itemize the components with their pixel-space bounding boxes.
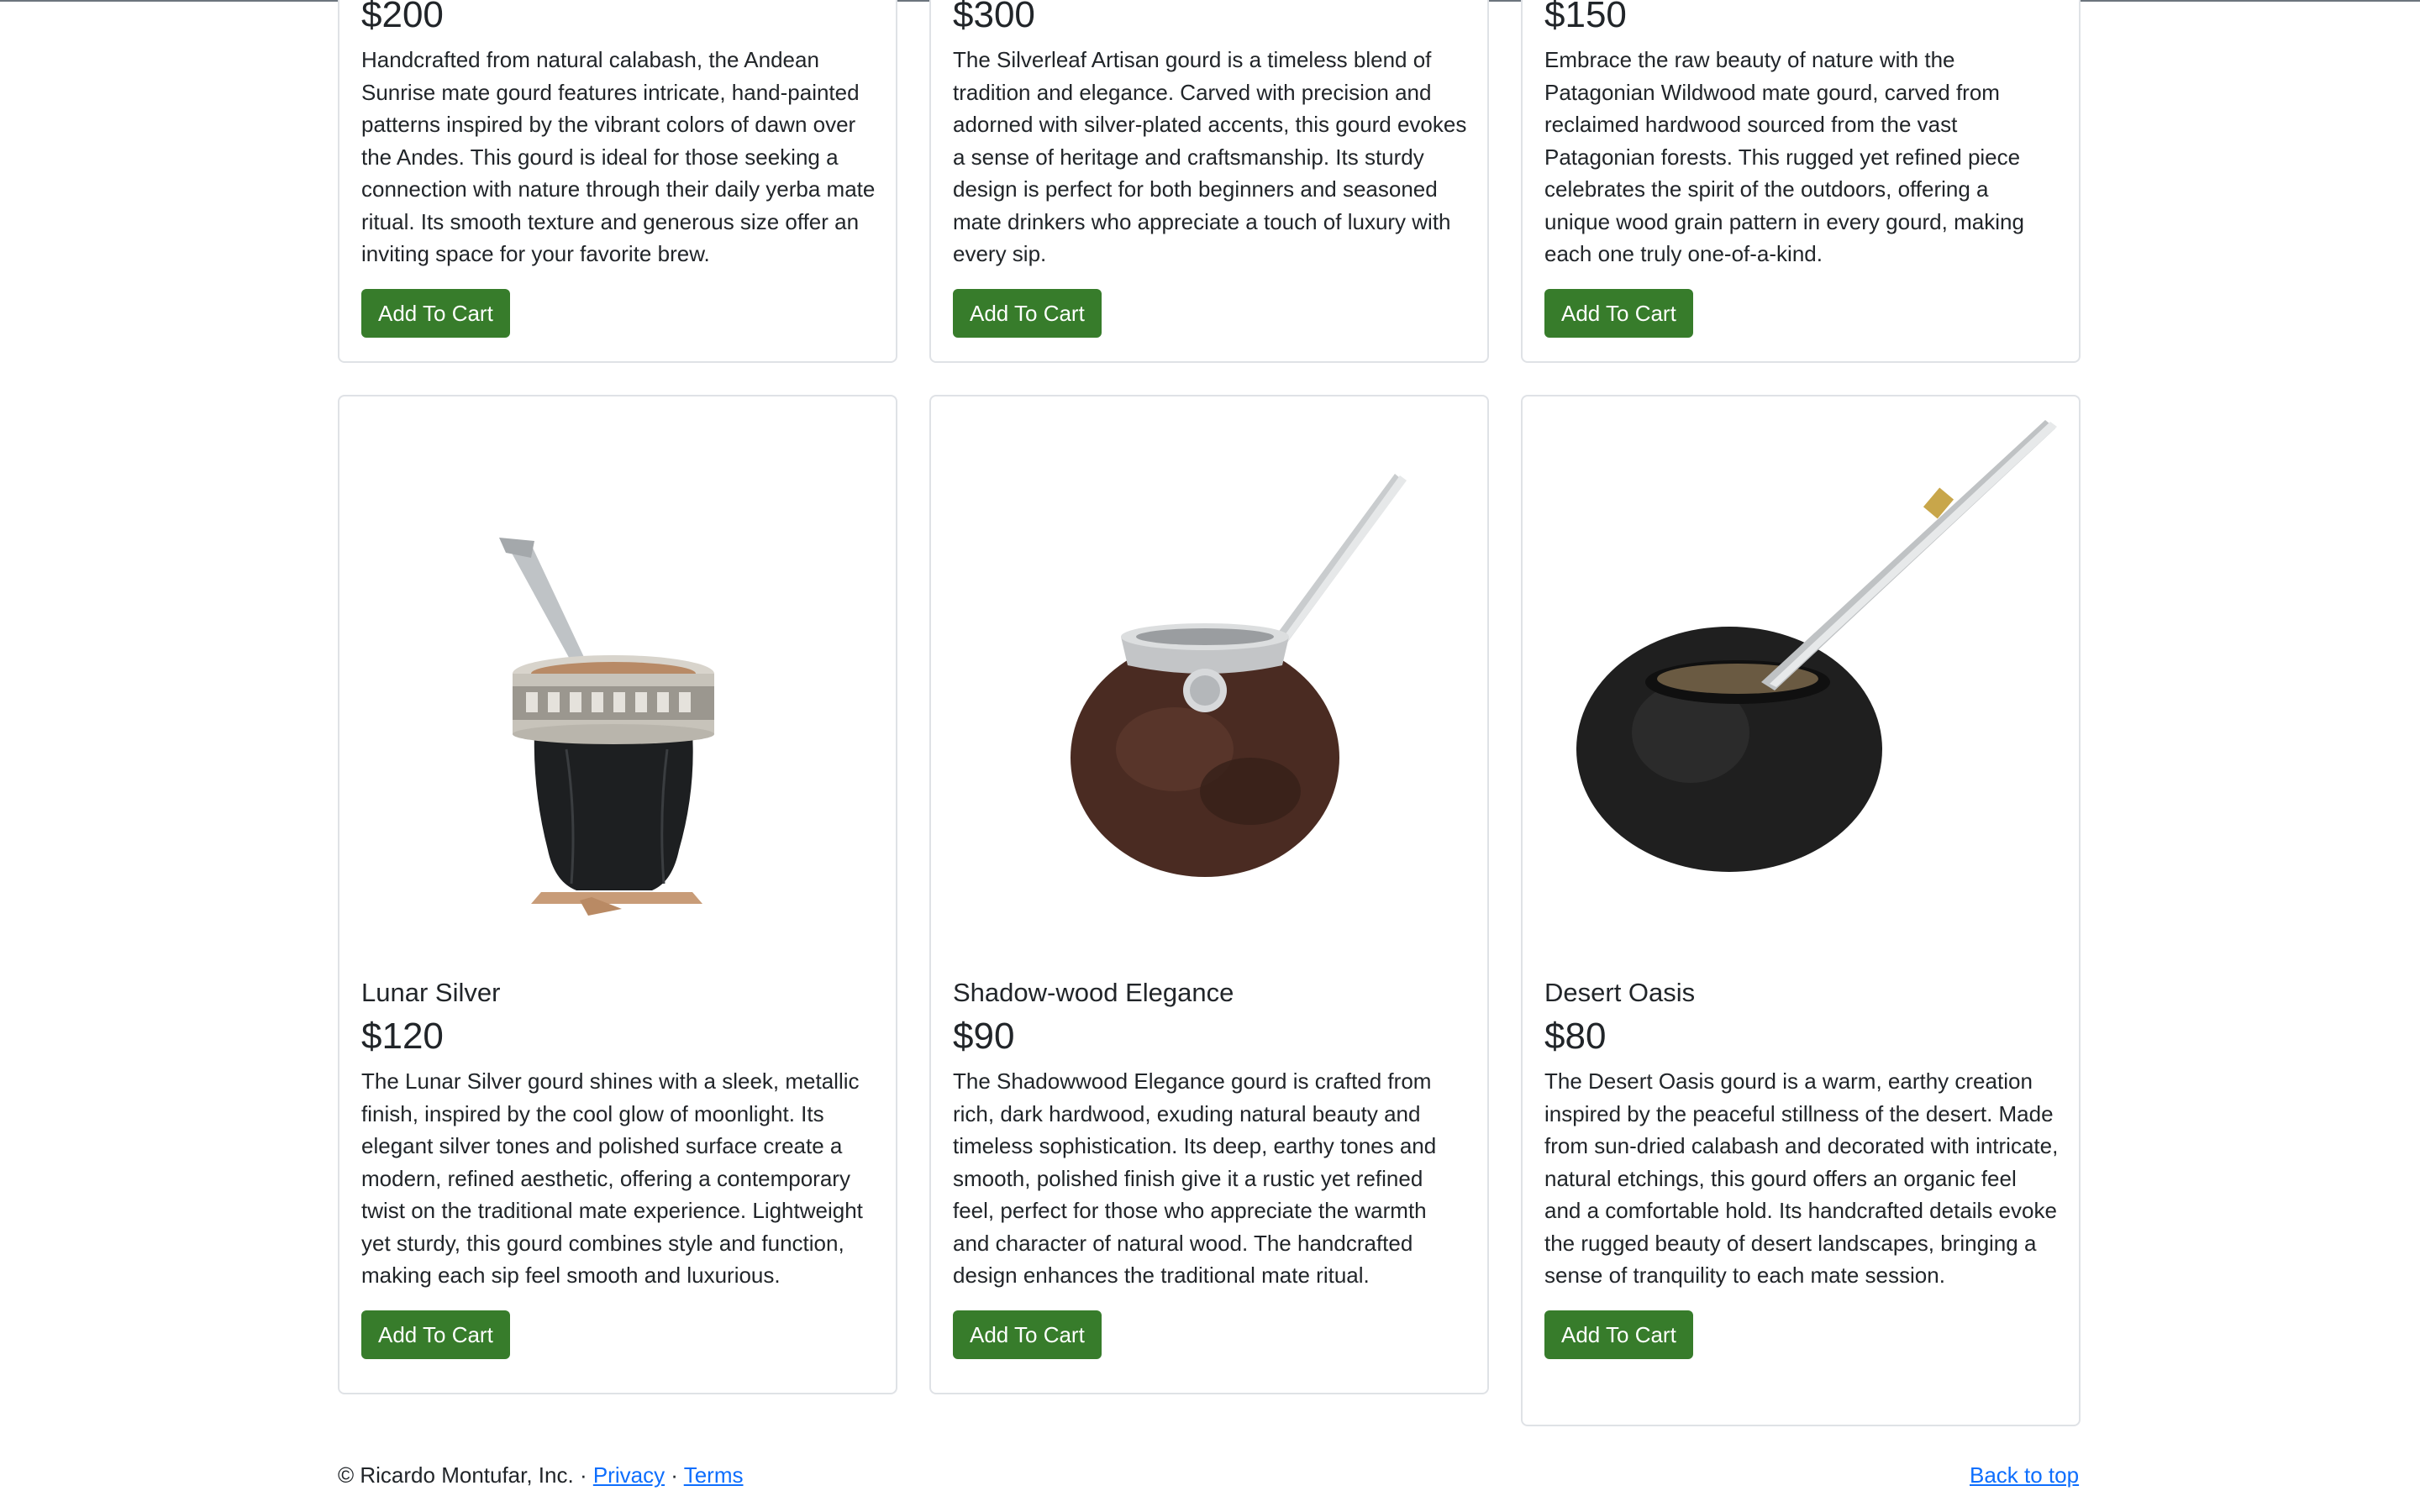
product-name: Desert Oasis: [1544, 978, 1696, 1007]
footer-copyright: © Ricardo Montufar, Inc. · Privacy · Ter…: [338, 1460, 744, 1490]
mate-gourd-image: [1071, 474, 1407, 877]
product-price: $150: [1544, 0, 1627, 35]
terms-link[interactable]: Terms: [684, 1462, 744, 1488]
mate-gourd-image: [499, 538, 714, 916]
product-name: Lunar Silver: [361, 978, 501, 1007]
product-description: The Shadowwood Elegance gourd is crafted…: [953, 1068, 1437, 1288]
product-description: Embrace the raw beauty of nature with th…: [1544, 47, 2024, 266]
product-card-patagonian-wildwood: $150 Embrace the raw beauty of nature wi…: [1521, 0, 2081, 363]
product-description: Handcrafted from natural calabash, the A…: [361, 47, 876, 266]
mate-gourd-image: [1576, 420, 2057, 872]
product-description: The Lunar Silver gourd shines with a sle…: [361, 1068, 863, 1288]
product-image-shadow-wood-elegance[interactable]: [931, 396, 1487, 953]
product-card-shadow-wood-elegance: Shadow-wood Elegance $90 The Shadowwood …: [929, 395, 1489, 1394]
product-price: $90: [953, 1016, 1015, 1057]
add-to-cart-button[interactable]: Add To Cart: [361, 1310, 510, 1359]
copyright-text: © Ricardo Montufar, Inc. ·: [338, 1462, 593, 1488]
footer-separator: ·: [665, 1462, 684, 1488]
product-card-andean-sunrise: $200 Handcrafted from natural calabash, …: [338, 0, 897, 363]
privacy-link[interactable]: Privacy: [593, 1462, 665, 1488]
product-card-lunar-silver: Lunar Silver $120 The Lunar Silver gourd…: [338, 395, 897, 1394]
product-card-desert-oasis: Desert Oasis $80 The Desert Oasis gourd …: [1521, 395, 2081, 1426]
product-image-desert-oasis[interactable]: [1523, 396, 2079, 953]
add-to-cart-button[interactable]: Add To Cart: [953, 1310, 1102, 1359]
product-name: Shadow-wood Elegance: [953, 978, 1234, 1007]
product-price: $200: [361, 0, 444, 35]
product-image-lunar-silver[interactable]: [339, 396, 896, 953]
add-to-cart-button[interactable]: Add To Cart: [953, 288, 1102, 338]
add-to-cart-button[interactable]: Add To Cart: [1544, 1310, 1693, 1359]
product-description: The Desert Oasis gourd is a warm, earthy…: [1544, 1068, 2059, 1288]
add-to-cart-button[interactable]: Add To Cart: [1544, 288, 1693, 338]
product-price: $80: [1544, 1016, 1607, 1057]
product-description: The Silverleaf Artisan gourd is a timele…: [953, 47, 1467, 266]
footer-back-to-top: Back to top: [1970, 1460, 2079, 1490]
product-price: $300: [953, 0, 1035, 35]
add-to-cart-button[interactable]: Add To Cart: [361, 288, 510, 338]
product-card-silverleaf-artisan: $300 The Silverleaf Artisan gourd is a t…: [929, 0, 1489, 363]
product-price: $120: [361, 1016, 444, 1057]
back-to-top-link[interactable]: Back to top: [1970, 1462, 2079, 1488]
